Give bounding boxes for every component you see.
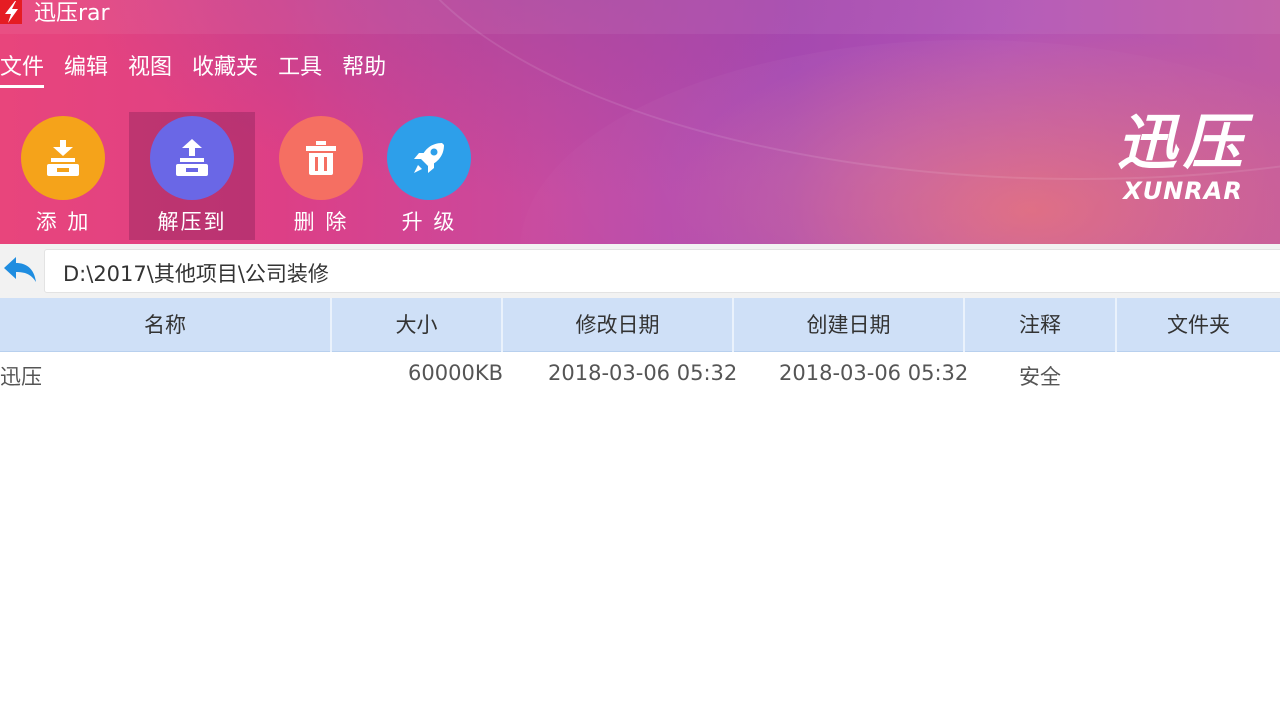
cell-size: 60000KB	[408, 361, 503, 385]
title-bar[interactable]: 迅压rar	[0, 0, 1280, 34]
upgrade-button[interactable]: 升 级	[366, 112, 492, 240]
extract-icon	[150, 116, 234, 200]
add-archive-icon	[21, 116, 105, 200]
table-row[interactable]: 迅压 60000KB 2018-03-06 05:32 2018-03-06 0…	[0, 353, 1280, 397]
column-modified[interactable]: 修改日期	[503, 298, 734, 352]
add-label: 添 加	[35, 210, 91, 234]
menu-help[interactable]: 帮助	[342, 52, 386, 88]
app-logo-icon	[0, 0, 22, 24]
brand-en-text: XUNRAR	[1123, 177, 1243, 205]
extract-label: 解压到	[157, 210, 227, 234]
xunrar-window: 迅压rar 文件 编辑 视图 收藏夹 工具 帮助 添 加 解压到 删 除 升 级…	[0, 0, 1280, 720]
rocket-icon	[387, 116, 471, 200]
file-list-header: 名称 大小 修改日期 创建日期 注释 文件夹	[0, 298, 1280, 352]
back-arrow-icon	[4, 257, 36, 282]
column-comment[interactable]: 注释	[965, 298, 1117, 352]
menu-view[interactable]: 视图	[128, 52, 172, 88]
brand-logo: 迅压 XUNRAR	[1098, 108, 1268, 208]
upgrade-label: 升 级	[401, 210, 457, 234]
cell-comment: 安全	[1019, 365, 1061, 389]
column-folder[interactable]: 文件夹	[1117, 298, 1280, 352]
path-input[interactable]: D:\2017\其他项目\公司装修	[44, 249, 1280, 293]
menu-bar: 文件 编辑 视图 收藏夹 工具 帮助	[0, 52, 406, 88]
column-size[interactable]: 大小	[332, 298, 503, 352]
cell-created: 2018-03-06 05:32	[779, 361, 969, 385]
window-title: 迅压rar	[34, 1, 110, 26]
cell-modified: 2018-03-06 05:32	[548, 361, 738, 385]
menu-edit[interactable]: 编辑	[64, 52, 108, 88]
trash-icon	[279, 116, 363, 200]
menu-favorites[interactable]: 收藏夹	[192, 52, 258, 88]
path-text: D:\2017\其他项目\公司装修	[63, 262, 329, 286]
header-banner: 迅压rar 文件 编辑 视图 收藏夹 工具 帮助 添 加 解压到 删 除 升 级…	[0, 0, 1280, 244]
menu-tools[interactable]: 工具	[278, 52, 322, 88]
column-name[interactable]: 名称	[0, 298, 332, 352]
cell-name: 迅压	[0, 365, 42, 389]
extract-button[interactable]: 解压到	[129, 112, 255, 240]
brand-cn-text: 迅压	[1117, 108, 1249, 178]
menu-file[interactable]: 文件	[0, 52, 45, 88]
back-button[interactable]	[0, 250, 40, 290]
address-bar: D:\2017\其他项目\公司装修	[0, 244, 1280, 298]
column-created[interactable]: 创建日期	[734, 298, 965, 352]
add-button[interactable]: 添 加	[0, 112, 126, 240]
